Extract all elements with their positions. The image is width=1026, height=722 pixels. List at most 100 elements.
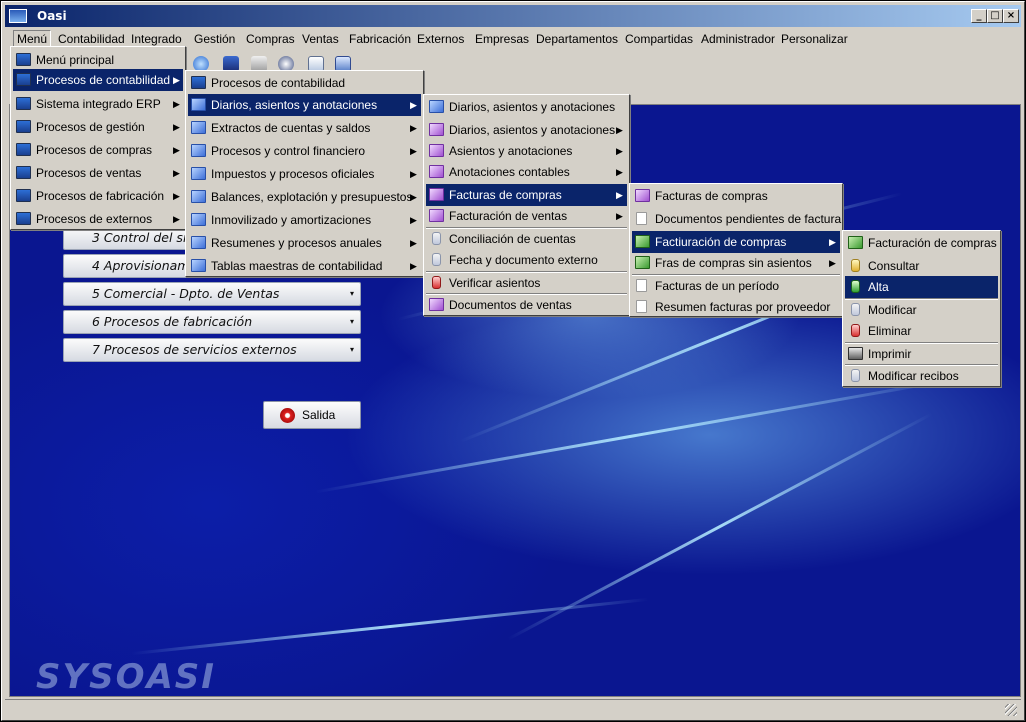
menu-item-fecha-documento[interactable]: Fecha y documento externo [426,249,627,271]
menu-item-asientos[interactable]: Asientos y anotaciones ▶ [426,140,627,162]
close-button[interactable]: × [1003,9,1019,23]
menu-item-facturas-compras[interactable]: Facturas de compras ▶ [426,184,627,206]
menu-item-modificar[interactable]: Modificar [845,299,998,321]
add-icon [851,280,860,293]
edit-icon [429,188,444,201]
submenu-arrow-icon: ▶ [173,168,180,178]
menu-item-resumen-proveedor[interactable]: Resumen facturas por proveedor [632,296,840,318]
menubar-externos[interactable]: Externos [417,32,464,46]
salida-button[interactable]: Salida [263,401,361,429]
menu-item-diarios-sub[interactable]: Diarios, asientos y anotaciones ▶ [426,119,627,141]
menu-item-conciliacion[interactable]: Conciliación de cuentas [426,228,627,250]
menu-item-alta[interactable]: Alta [845,276,998,298]
menu-item-tablas-maestras[interactable]: Tablas maestras de contabilidad ▶ [188,255,421,277]
exit-icon [280,408,295,423]
menu-item-consultar[interactable]: Consultar [845,255,998,277]
monitor-icon [16,143,31,156]
menu-item-facturas-compras-header[interactable]: Facturas de compras [632,185,840,207]
menubar-departamentos[interactable]: Departamentos [536,32,618,46]
printer-icon [848,347,863,360]
menu-item-modificar-recibos[interactable]: Modificar recibos [845,365,998,387]
menu-item-sistema-integrado[interactable]: Sistema integrado ERP ▶ [13,93,183,115]
menubar-administrador[interactable]: Administrador [701,32,775,46]
menu-item-menu-principal[interactable]: Menú principal [13,49,183,71]
menubar-empresas[interactable]: Empresas [475,32,529,46]
monitor-icon [16,73,31,86]
menu-item-extractos[interactable]: Extractos de cuentas y saldos ▶ [188,117,421,139]
menu-item-impuestos[interactable]: Impuestos y procesos oficiales ▶ [188,163,421,185]
menu-item-fras-sin-asientos[interactable]: Fras de compras sin asientos ▶ [632,252,840,274]
chart-icon [191,213,206,226]
edit-icon [429,209,444,222]
sum-icon [635,235,650,248]
menu-item-procesos-contabilidad[interactable]: Procesos de contabilidad ▶ [13,69,183,91]
module-button-comercial[interactable]: 5 Comercial - Dpto. de Ventas ▾ [63,282,361,306]
menu-item-imprimir[interactable]: Imprimir [845,343,998,365]
menu-item-procesos-externos[interactable]: Procesos de externos ▶ [13,208,183,230]
menu-item-documentos-pendientes[interactable]: Documentos pendientes de factura [632,208,841,230]
title-bar[interactable]: Oasi _ □ × [5,5,1021,27]
menu-item-verificar-asientos[interactable]: Verificar asientos [426,272,627,294]
menu-level-3: Diarios, asientos y anotaciones Diarios,… [423,94,630,316]
menubar-gestion[interactable]: Gestión [194,32,235,46]
module-button-externos[interactable]: 7 Procesos de servicios externos ▾ [63,338,361,362]
menu-item-procesos-compras[interactable]: Procesos de compras ▶ [13,139,183,161]
menu-item-facturacion-ventas[interactable]: Facturación de ventas ▶ [426,205,627,227]
menu-item-procesos-contabilidad-header[interactable]: Procesos de contabilidad [188,72,421,94]
submenu-arrow-icon: ▶ [410,123,417,133]
consult-icon [851,259,860,272]
menu-level-2: Procesos de contabilidad Diarios, asient… [185,70,424,277]
menu-item-procesos-fabricacion[interactable]: Procesos de fabricación ▶ [13,185,183,207]
menubar-personalizar[interactable]: Personalizar [781,32,848,46]
menubar-integrado[interactable]: Integrado [131,32,182,46]
menu-item-procesos-gestion[interactable]: Procesos de gestión ▶ [13,116,183,138]
minimize-button[interactable]: _ [971,9,987,23]
edit-icon [429,165,444,178]
menu-item-documentos-ventas[interactable]: Documentos de ventas [426,294,627,316]
light-streak [314,379,946,494]
modify-icon [851,369,860,382]
submenu-arrow-icon: ▶ [173,122,180,132]
resize-grip-icon[interactable] [1005,704,1017,716]
menu-item-diarios-asientos[interactable]: Diarios, asientos y anotaciones ▶ [188,94,421,116]
maximize-button[interactable]: □ [987,9,1003,23]
edit-icon [429,144,444,157]
menu-item-resumenes[interactable]: Resumenes y procesos anuales ▶ [188,232,421,254]
submenu-arrow-icon: ▶ [410,238,417,248]
menu-item-diarios-header[interactable]: Diarios, asientos y anotaciones [426,96,627,118]
monitor-icon [16,120,31,133]
menubar-compras[interactable]: Compras [246,32,295,46]
menu-item-balances[interactable]: Balances, explotación y presupuestos ▶ [188,186,421,208]
menubar-ventas[interactable]: Ventas [302,32,339,46]
chart-icon [191,144,206,157]
document-icon [636,212,647,225]
document-icon [636,279,647,292]
menu-level-4: Facturas de compras Documentos pendiente… [629,183,843,317]
menubar-fabricacion[interactable]: Fabricación [349,32,411,46]
sum-icon [635,256,650,269]
menubar-contabilidad[interactable]: Contabilidad [58,32,125,46]
submenu-arrow-icon: ▶ [410,261,417,271]
menu-item-procesos-ventas[interactable]: Procesos de ventas ▶ [13,162,183,184]
chart-icon [429,100,444,113]
menu-item-anotaciones[interactable]: Anotaciones contables ▶ [426,161,627,183]
menu-item-eliminar[interactable]: Eliminar [845,320,998,342]
chart-icon [191,259,206,272]
delete-icon [851,324,860,337]
document-icon [636,300,647,313]
edit-icon [429,123,444,136]
menubar-compartidas[interactable]: Compartidas [625,32,693,46]
chart-icon [191,190,206,203]
submenu-arrow-icon: ▶ [616,125,623,135]
menu-item-factiuracion-compras[interactable]: Factiuración de compras ▶ [632,231,840,253]
module-label: 4 Aprovisionam [92,258,190,273]
menu-item-facturas-periodo[interactable]: Facturas de un período [632,275,840,297]
submenu-arrow-icon: ▶ [616,146,623,156]
window-title: Oasi [37,9,67,23]
module-button-fabricacion[interactable]: 6 Procesos de fabricación ▾ [63,310,361,334]
menu-item-inmovilizado[interactable]: Inmovilizado y amortizaciones ▶ [188,209,421,231]
menu-item-control-financiero[interactable]: Procesos y control financiero ▶ [188,140,421,162]
menu-item-facturacion-compras-header[interactable]: Facturación de compras [845,232,998,254]
module-label: 5 Comercial - Dpto. de Ventas [92,286,280,301]
chart-icon [191,98,206,111]
